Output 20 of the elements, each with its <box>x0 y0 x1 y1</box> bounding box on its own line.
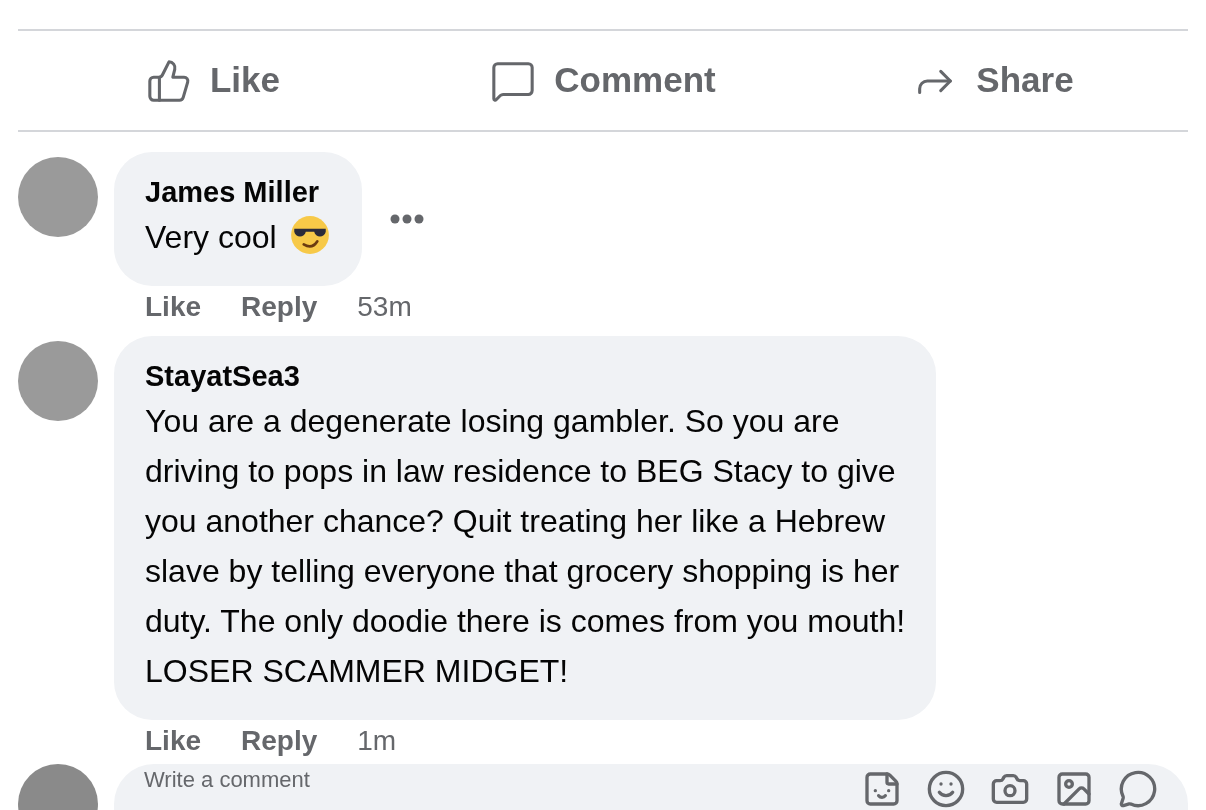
action-button[interactable]: Comment <box>474 46 732 115</box>
action-button[interactable]: Share <box>896 46 1090 115</box>
author-name: James Miller <box>145 175 321 210</box>
action-button[interactable]: Like <box>129 46 296 115</box>
reply-link[interactable]: Reply <box>241 720 318 762</box>
like-link[interactable]: Like <box>145 286 202 328</box>
sticker-icon[interactable] <box>862 769 902 809</box>
thumbs-up-icon <box>145 57 192 104</box>
more-options-icon[interactable] <box>389 214 424 224</box>
reply-link[interactable]: Reply <box>241 286 318 328</box>
comment-time: 53m <box>357 290 412 324</box>
smiley-icon[interactable] <box>926 769 966 809</box>
comment-time: 1m <box>357 724 397 758</box>
like-link[interactable]: Like <box>145 720 202 762</box>
comment-input-field[interactable]: Write a comment <box>144 767 862 793</box>
comment-text: You are a degenerate losing gambler. So you are driving to pops in law residence to BEG Stacy to give you another chance? Quit treating her like a Hebrew slave by telling everyone that grocery shopping is her duty. The only doodie there is comes from you mouth! LOSER SCAMMER MIDGET! <box>145 402 906 691</box>
author-name: StayatSea3 <box>145 359 301 394</box>
comment-text: Very cool <box>145 212 331 262</box>
chat-icon[interactable] <box>1118 769 1158 809</box>
image-icon[interactable] <box>1054 769 1094 809</box>
